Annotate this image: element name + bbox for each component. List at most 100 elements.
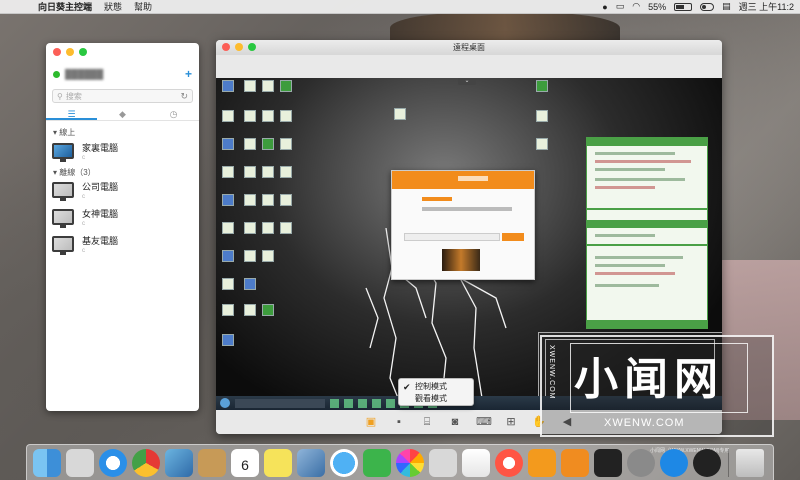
remote-desktop-icon[interactable] (280, 80, 292, 92)
taskbar-app-icon[interactable] (372, 398, 381, 408)
remote-desktop-icon[interactable] (280, 194, 292, 206)
keyboard-icon[interactable]: ⌨ (476, 416, 492, 429)
safari-icon[interactable] (99, 448, 127, 477)
zoom-button[interactable] (248, 43, 256, 51)
remote-desktop-icon[interactable] (244, 80, 256, 92)
device-item[interactable]: 基友電腦 c (52, 232, 192, 256)
remote-desktop-icon[interactable] (244, 110, 256, 122)
minimize-button[interactable] (235, 43, 243, 51)
menu-app-name[interactable]: 向日葵主控端 (38, 0, 92, 13)
remote-desktop-icon[interactable] (536, 110, 548, 122)
remote-desktop-icon[interactable] (222, 80, 234, 92)
remote-desktop-icon[interactable] (280, 110, 292, 122)
chevron-down-icon[interactable]: ⌄ (458, 78, 476, 85)
remote-desktop-icon[interactable] (280, 166, 292, 178)
control-mode-icon[interactable]: ▣ (364, 416, 378, 429)
qq-icon[interactable] (693, 448, 721, 477)
windows-start-icon[interactable] (220, 398, 230, 408)
remote-desktop-icon[interactable] (222, 304, 234, 316)
taskbar-app-icon[interactable] (358, 398, 367, 408)
remote-desktop-icon[interactable] (536, 80, 548, 92)
numbers-icon[interactable] (462, 448, 490, 477)
minimize-button[interactable] (66, 48, 74, 56)
clock[interactable]: 週三 上午11:2 (739, 0, 794, 13)
remote-search-box[interactable] (235, 398, 325, 408)
taskbar-app-icon[interactable] (344, 398, 353, 408)
remote-desktop-icon[interactable] (262, 250, 274, 262)
launchpad-icon[interactable] (66, 448, 94, 477)
preview-icon[interactable] (165, 448, 193, 477)
remote-desktop-icon[interactable] (222, 278, 234, 290)
device-item[interactable]: 家裏電腦 c (52, 139, 192, 163)
remote-desktop-icon[interactable] (262, 222, 274, 234)
remote-desktop-icon[interactable] (222, 250, 234, 262)
remote-window-titlebar[interactable]: 遠程桌面 (216, 40, 722, 55)
screen-icon[interactable]: ▪ (392, 416, 406, 429)
battery-icon[interactable] (674, 2, 693, 11)
books-icon[interactable] (528, 448, 556, 477)
device-item[interactable]: 女神電腦 c (52, 205, 192, 229)
calendar-icon[interactable]: 6 (231, 448, 259, 477)
search-input[interactable]: 搜索 (66, 91, 82, 102)
remote-desktop-icon[interactable] (244, 222, 256, 234)
remote-desktop-icon[interactable] (244, 250, 256, 262)
remote-desktop-icon[interactable] (222, 334, 234, 346)
trash-icon[interactable] (736, 448, 764, 477)
remote-desktop-icon[interactable] (244, 304, 256, 316)
group-online-label[interactable]: ▾ 線上 (53, 127, 75, 138)
menu-item-control-mode[interactable]: ✔ 控制模式 (399, 381, 473, 393)
remote-chat-window[interactable] (586, 137, 708, 329)
group-offline-label[interactable]: ▾ 離線（3） (53, 167, 96, 178)
input-method-icon[interactable]: ▤ (722, 1, 731, 12)
camera-icon[interactable]: ◙ (448, 416, 462, 429)
refresh-icon[interactable]: ↻ (180, 91, 188, 102)
remote-desktop-icon[interactable] (262, 194, 274, 206)
remote-desktop-icon[interactable] (280, 138, 292, 150)
facetime-icon[interactable] (363, 448, 391, 477)
terminal-icon[interactable] (594, 448, 622, 477)
chrome-icon[interactable] (132, 448, 160, 477)
taskbar-app-icon[interactable] (386, 398, 395, 408)
remote-desktop-icon[interactable] (222, 194, 234, 206)
close-button[interactable] (53, 48, 61, 56)
add-icon[interactable]: + (185, 67, 192, 81)
stickies-icon[interactable] (264, 448, 292, 477)
remote-app-popup[interactable] (391, 170, 535, 280)
remote-desktop-icon[interactable] (280, 222, 292, 234)
menu-item-view-mode[interactable]: 觀看模式 (399, 393, 473, 405)
music-icon[interactable] (495, 448, 523, 477)
zoom-button[interactable] (79, 48, 87, 56)
remote-desktop-icon[interactable] (244, 138, 256, 150)
remote-desktop-icon[interactable] (262, 166, 274, 178)
toggle-icon[interactable] (700, 2, 715, 11)
tab-device-list[interactable]: ☰ (46, 107, 97, 120)
photos-icon[interactable] (396, 448, 424, 477)
taskbar-app-icon[interactable] (330, 398, 339, 408)
system-preferences-icon[interactable] (627, 448, 655, 477)
app-store-icon[interactable] (660, 448, 688, 477)
close-button[interactable] (222, 43, 230, 51)
wifi-icon[interactable]: ◠ (632, 1, 640, 12)
device-item[interactable]: 公司電腦 c (52, 178, 192, 202)
menu-status[interactable]: 狀態 (104, 0, 122, 13)
remote-desktop-icon[interactable] (244, 194, 256, 206)
menu-help[interactable]: 幫助 (134, 0, 152, 13)
remote-desktop-icon[interactable] (262, 110, 274, 122)
remote-desktop-icon[interactable] (222, 166, 234, 178)
remote-desktop-icon[interactable] (394, 108, 406, 120)
remote-desktop-icon[interactable] (222, 138, 234, 150)
sunflower-icon[interactable] (561, 448, 589, 477)
remote-desktop-icon[interactable] (262, 138, 274, 150)
file-transfer-icon[interactable]: ⌸ (420, 416, 434, 429)
search-box[interactable]: ⚲ 搜索 ↻ (52, 89, 193, 103)
remote-desktop-icon[interactable] (262, 304, 274, 316)
qq-status-icon[interactable]: ● (602, 2, 607, 12)
utility-icon[interactable] (429, 448, 457, 477)
remote-desktop-icon[interactable] (262, 80, 274, 92)
remote-desktop-icon[interactable] (222, 110, 234, 122)
notes-icon[interactable] (198, 448, 226, 477)
remote-desktop-icon[interactable] (222, 222, 234, 234)
tab-tags[interactable]: ◆ (97, 107, 148, 120)
remote-desktop-icon[interactable] (244, 278, 256, 290)
finder-icon[interactable] (33, 448, 61, 477)
